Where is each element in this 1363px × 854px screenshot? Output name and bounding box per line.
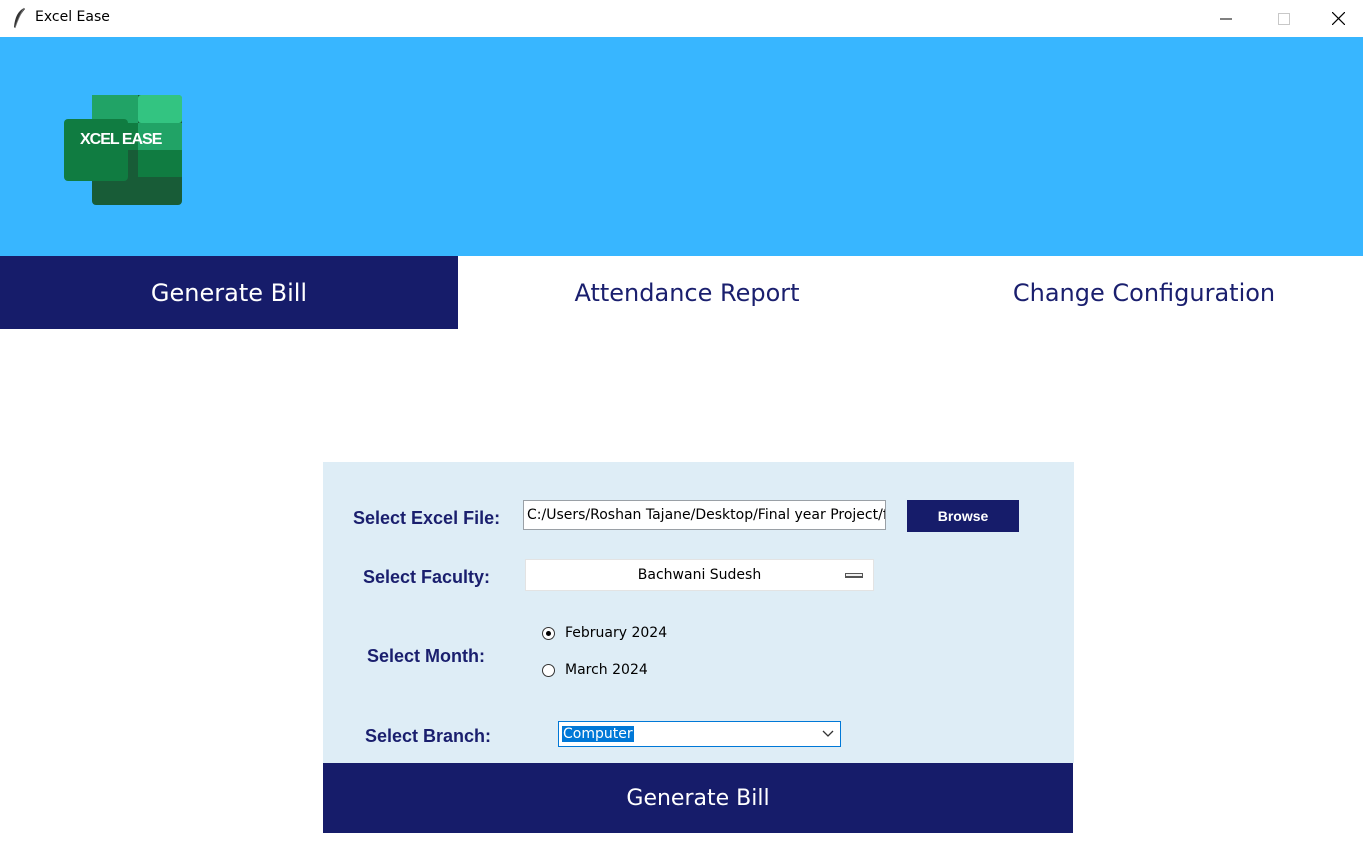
maximize-button[interactable] [1255, 0, 1313, 37]
chevron-down-icon [822, 730, 834, 737]
tab-generate-bill[interactable]: Generate Bill [0, 256, 458, 329]
branch-selected-value: Computer [562, 726, 634, 742]
browse-button[interactable]: Browse [907, 500, 1019, 532]
tab-attendance-report[interactable]: Attendance Report [458, 256, 916, 329]
close-icon [1331, 12, 1345, 25]
close-button[interactable] [1313, 0, 1363, 37]
file-label: Select Excel File: [353, 508, 501, 528]
month-option-label: March 2024 [565, 662, 648, 678]
minimize-icon [1220, 18, 1232, 19]
branch-combobox[interactable]: Computer [558, 721, 841, 747]
branch-label: Select Branch: [365, 726, 492, 746]
radio-checked-icon [542, 626, 555, 640]
file-path-input[interactable]: C:/Users/Roshan Tajane/Desktop/Final yea… [523, 500, 886, 530]
tab-bar: Generate Bill Attendance Report Change C… [0, 256, 1363, 329]
app-header: XCEL EASE [0, 37, 1363, 256]
title-bar: Excel Ease [0, 0, 1363, 37]
logo-text: XCEL EASE [80, 131, 162, 148]
faculty-option-menu[interactable]: Bachwani Sudesh [525, 559, 874, 591]
tab-change-configuration[interactable]: Change Configuration [916, 256, 1363, 329]
excel-ease-logo: XCEL EASE [64, 95, 254, 207]
feather-icon [14, 7, 25, 29]
faculty-selected-value: Bachwani Sudesh [637, 567, 762, 583]
month-radio-february[interactable]: February 2024 [542, 625, 667, 641]
month-radio-march[interactable]: March 2024 [542, 662, 648, 678]
excel-logo-icon [64, 95, 182, 205]
generate-bill-form: Select Excel File: C:/Users/Roshan Tajan… [323, 462, 1074, 763]
radio-unchecked-icon [542, 663, 555, 677]
maximize-icon [1278, 12, 1290, 25]
window-title: Excel Ease [35, 9, 110, 25]
option-menu-indicator-icon [845, 573, 863, 578]
generate-bill-button[interactable]: Generate Bill [323, 763, 1073, 833]
month-label: Select Month: [367, 646, 486, 666]
minimize-button[interactable] [1197, 0, 1255, 37]
faculty-label: Select Faculty: [363, 567, 491, 587]
month-option-label: February 2024 [565, 625, 668, 641]
